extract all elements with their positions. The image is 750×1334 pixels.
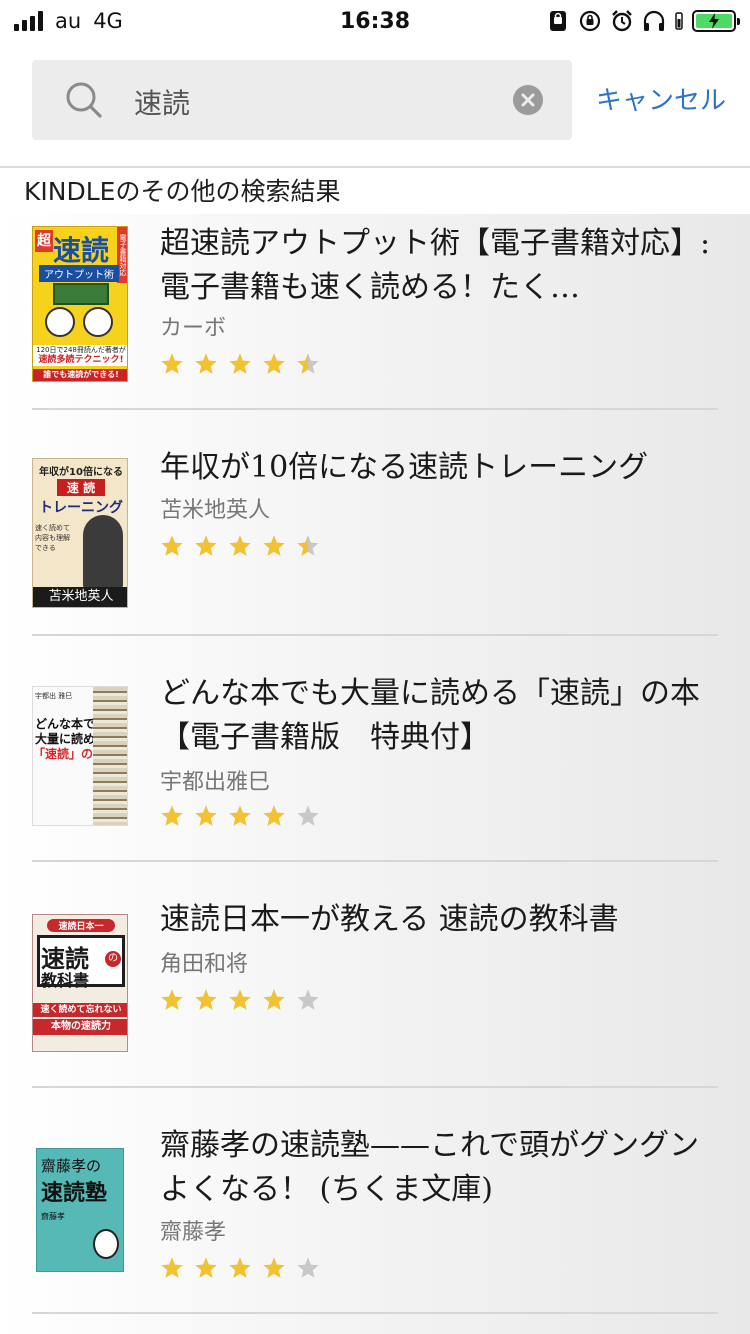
star-rating — [160, 988, 320, 1012]
cover-note: 速く読めて忘れない — [33, 1003, 127, 1017]
star-filled-icon — [195, 989, 217, 1010]
portrait-lock-icon — [546, 9, 570, 33]
star-rating — [160, 534, 320, 558]
cover-line: 齋藤孝の — [41, 1157, 102, 1175]
cover-tagline: 速読多読テクニック! — [33, 355, 127, 366]
separator — [32, 1312, 718, 1314]
search-query-text[interactable]: 速読 — [134, 82, 190, 122]
cover-face-illustration — [93, 1229, 119, 1259]
star-empty-icon — [297, 1257, 319, 1278]
cancel-button[interactable]: キャンセル — [596, 80, 726, 117]
cover-subtitle: 教科書 — [41, 971, 90, 990]
book-author: 角田和将 — [160, 952, 249, 977]
book-title[interactable]: 超速読アウトプット術【電子書籍対応】: 電子書籍も速く読める！たく… — [160, 222, 720, 310]
book-title[interactable]: どんな本でも大量に読める「速読」の本 【電子書籍版 特典付】 — [160, 672, 720, 760]
book-author: 齋藤孝 — [160, 1220, 227, 1245]
divider — [0, 166, 750, 168]
book-cover[interactable]: 齋藤孝の 速読塾 齋藤孝 — [36, 1148, 124, 1272]
rotation-lock-icon — [578, 9, 602, 33]
result-item[interactable]: 速読日本一 速読 の 教科書 速く読めて忘れない 本物の速読力 速読日本一が教え… — [0, 862, 750, 1088]
star-filled-icon — [195, 535, 217, 556]
battery-icon — [692, 10, 740, 32]
star-half-icon — [297, 353, 319, 374]
cover-main-title: トレーニング — [39, 500, 123, 516]
result-item[interactable]: 宇都出 雅巳 どんな本でも 大量に読める 「速読」の本 どんな本でも大量に読める… — [0, 636, 750, 862]
network-label: 4G — [93, 9, 123, 33]
section-header: KINDLEのその他の検索結果 — [24, 177, 341, 206]
book-author: 宇都出雅巳 — [160, 770, 271, 795]
star-filled-icon — [229, 1257, 251, 1278]
cover-top-text: 速読日本一 — [47, 919, 115, 932]
star-filled-icon — [161, 1257, 183, 1278]
cover-top-text: 年収が10倍になる — [39, 467, 123, 478]
cover-author-small: 宇都出 雅巳 — [35, 692, 73, 700]
results-list: 超 電子書籍対応 速読 アウトプット術 120日で248冊読んだ著者が送る 速読… — [0, 214, 750, 1334]
star-filled-icon — [263, 535, 285, 556]
alarm-icon — [610, 9, 634, 33]
cover-tagline: 誰でも速読ができる! — [33, 369, 127, 381]
star-filled-icon — [263, 353, 285, 374]
star-filled-icon — [229, 989, 251, 1010]
cover-band: 速 読 — [57, 479, 105, 496]
cover-main-title: 速読 — [53, 234, 110, 267]
star-rating — [160, 804, 320, 828]
star-filled-icon — [229, 805, 251, 826]
star-filled-icon — [263, 989, 285, 1010]
cover-face-illustration — [45, 307, 75, 337]
book-cover[interactable]: 超 電子書籍対応 速読 アウトプット術 120日で248冊読んだ著者が送る 速読… — [32, 226, 128, 382]
star-empty-icon — [297, 805, 319, 826]
carrier-label: au — [55, 9, 82, 33]
star-filled-icon — [263, 805, 285, 826]
star-filled-icon — [161, 805, 183, 826]
bluetooth-battery-icon — [674, 9, 684, 33]
book-cover[interactable]: 年収が10倍になる 速 読 トレーニング 速く読めて内容も理解できる 苫米地英人 — [32, 458, 128, 608]
cover-books-illustration — [53, 283, 109, 305]
star-rating — [160, 352, 320, 376]
cover-badge: の — [105, 951, 121, 967]
book-title[interactable]: 齋藤孝の速読塾——これで頭がグングンよくなる！ (ちくま文庫) — [160, 1124, 720, 1212]
headphones-icon — [642, 9, 666, 33]
book-title[interactable]: 速読日本一が教える 速読の教科書 — [160, 898, 720, 942]
clear-icon[interactable] — [513, 85, 543, 115]
result-item[interactable]: 超 電子書籍対応 速読 アウトプット術 120日で248冊読んだ著者が送る 速読… — [0, 214, 750, 440]
star-filled-icon — [195, 1257, 217, 1278]
cover-note: 速く読めて内容も理解できる — [35, 524, 70, 552]
cover-author-band: 苫米地英人 — [33, 587, 127, 607]
book-title[interactable]: 年収が10倍になる速読トレーニング — [160, 446, 720, 490]
star-half-icon — [297, 535, 319, 556]
signal-icon — [14, 11, 43, 31]
star-empty-icon — [297, 989, 319, 1010]
search-input[interactable]: 速読 — [32, 60, 572, 140]
status-left: au 4G — [14, 9, 123, 33]
cover-badge: 超 — [35, 230, 53, 252]
result-item[interactable]: 年収が10倍になる 速 読 トレーニング 速く読めて内容も理解できる 苫米地英人… — [0, 410, 750, 636]
star-filled-icon — [161, 989, 183, 1010]
star-filled-icon — [229, 353, 251, 374]
status-right — [546, 9, 740, 33]
search-icon — [66, 82, 102, 118]
star-filled-icon — [229, 535, 251, 556]
star-filled-icon — [161, 353, 183, 374]
cover-book-stack — [93, 687, 127, 825]
cover-subtitle: アウトプット術 — [39, 265, 119, 282]
book-author: 苫米地英人 — [160, 498, 271, 523]
star-filled-icon — [161, 535, 183, 556]
cover-tagline: 本物の速読力 — [33, 1019, 127, 1035]
star-filled-icon — [263, 1257, 285, 1278]
cover-author: 齋藤孝 — [41, 1212, 65, 1221]
book-cover[interactable]: 速読日本一 速読 の 教科書 速く読めて忘れない 本物の速読力 — [32, 914, 128, 1052]
result-item[interactable]: 齋藤孝の 速読塾 齋藤孝 齋藤孝の速読塾——これで頭がグングンよくなる！ (ちく… — [0, 1088, 750, 1314]
cover-line: 速読塾 — [41, 1180, 108, 1206]
search-row: 速読 キャンセル — [0, 42, 750, 164]
cover-portrait — [83, 515, 123, 589]
star-rating — [160, 1256, 320, 1280]
book-cover[interactable]: 宇都出 雅巳 どんな本でも 大量に読める 「速読」の本 — [32, 686, 128, 826]
book-author: カーボ — [160, 316, 227, 341]
status-bar: au 4G 16:38 — [0, 0, 750, 42]
cover-face-illustration — [83, 307, 113, 337]
star-filled-icon — [195, 353, 217, 374]
star-filled-icon — [195, 805, 217, 826]
